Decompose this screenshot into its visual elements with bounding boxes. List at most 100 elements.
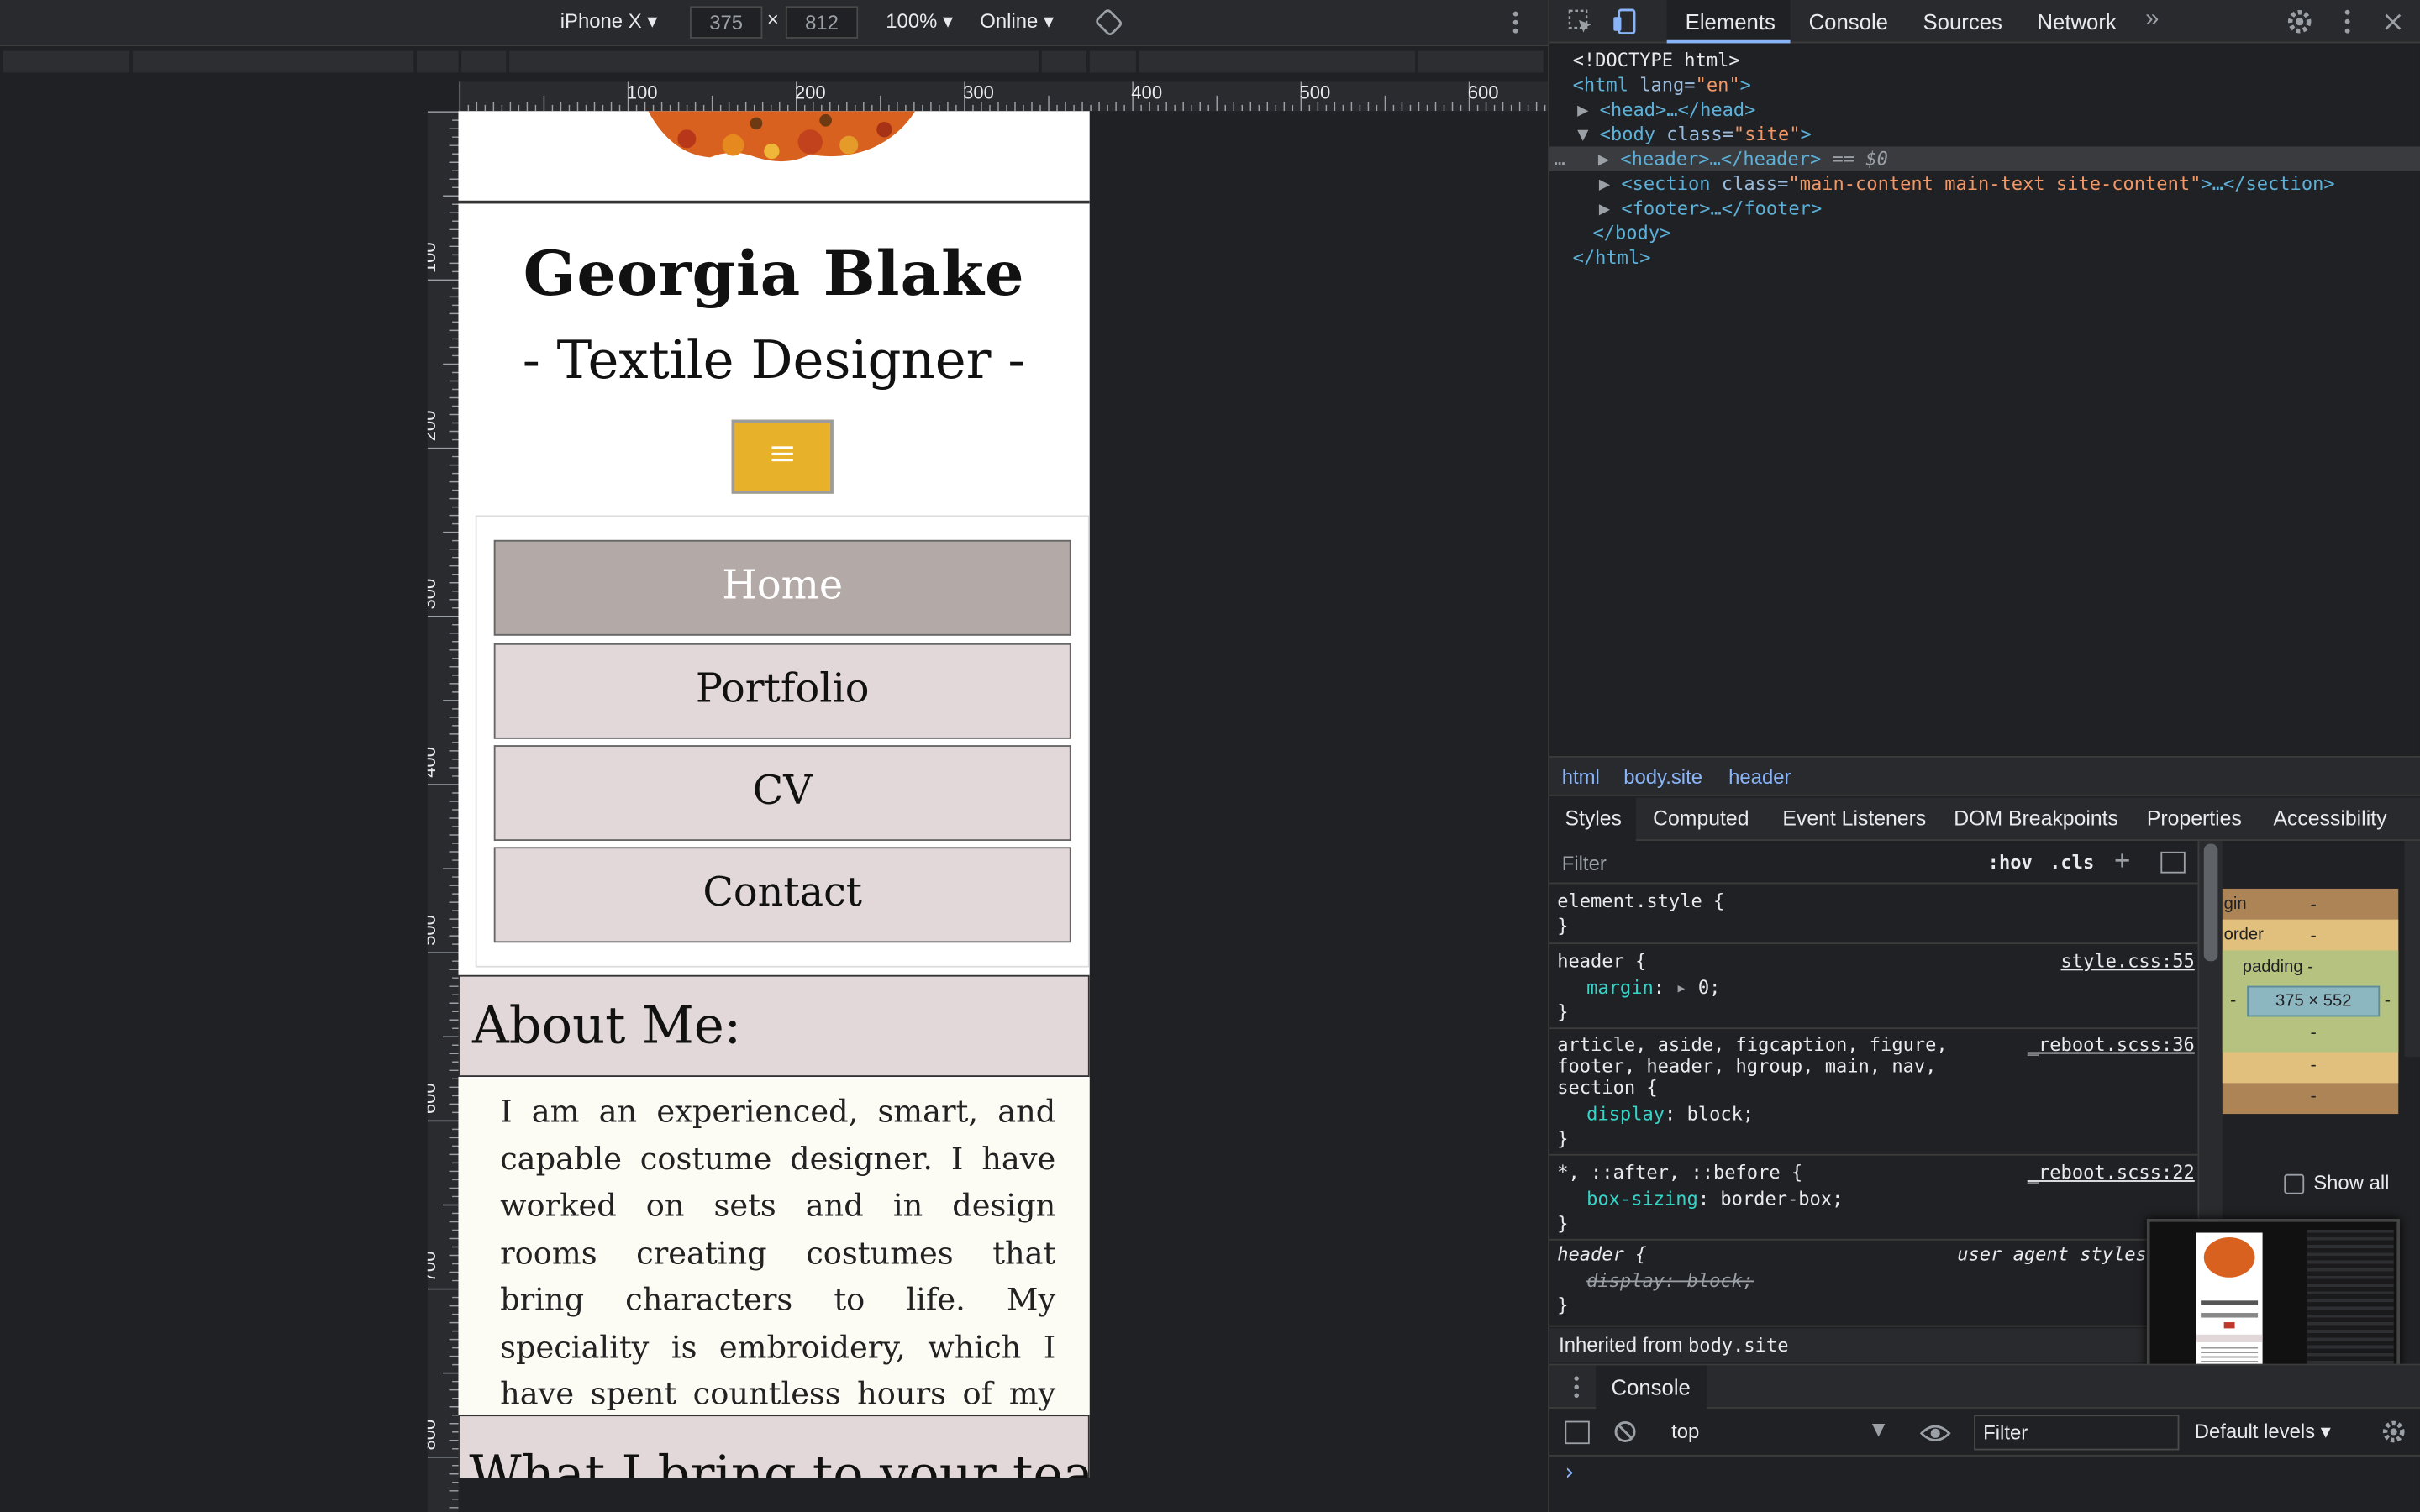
media-query-segment[interactable] xyxy=(1139,50,1418,73)
add-rule-icon[interactable]: + xyxy=(2114,846,2130,877)
tab-properties[interactable]: Properties xyxy=(2147,807,2242,831)
zoom-select[interactable]: 100% ▾ xyxy=(886,9,953,34)
breadcrumb-body[interactable]: body.site xyxy=(1623,765,1702,789)
property-value: 0; xyxy=(1697,976,1721,999)
rule-selector[interactable]: *, ::after, ::before { xyxy=(1557,1160,1802,1184)
close-icon[interactable]: × xyxy=(2381,6,2405,39)
gear-icon[interactable] xyxy=(2381,1420,2406,1444)
rule-selector[interactable]: header { xyxy=(1557,949,1646,974)
devtools-panel: Elements Console Sources Network » × <!D… xyxy=(1548,0,2420,1512)
hov-toggle[interactable]: :hov xyxy=(1988,852,2033,874)
media-query-segment[interactable] xyxy=(416,50,460,73)
more-tabs-icon[interactable]: » xyxy=(2145,6,2159,34)
rule-declaration[interactable]: box-sizing: border-box; xyxy=(1586,1186,1843,1210)
show-all-checkbox[interactable] xyxy=(2284,1173,2305,1194)
media-query-segment[interactable] xyxy=(1418,50,1545,73)
media-query-segment[interactable] xyxy=(3,50,132,73)
gear-icon[interactable] xyxy=(2286,8,2313,35)
rotate-icon[interactable] xyxy=(1096,9,1123,36)
width-input[interactable]: 375 xyxy=(690,6,763,39)
dom-node-menu-icon[interactable]: … xyxy=(1555,148,1565,170)
inspect-element-icon[interactable] xyxy=(1566,8,1594,35)
chevron-down-icon[interactable]: ▼ xyxy=(1872,1420,1886,1440)
drawer-menu-icon[interactable] xyxy=(1573,1374,1581,1399)
dom-html-node[interactable]: <html lang="en"> xyxy=(1573,72,1751,97)
tab-network[interactable]: Network xyxy=(2037,9,2116,34)
team-title: What I bring to your team: xyxy=(469,1444,1089,1478)
zoom-label: 100% xyxy=(886,9,938,33)
nav-item-home[interactable]: Home xyxy=(493,539,1071,636)
console-drawer-tabs: Console xyxy=(1549,1365,2420,1409)
console-filter-input[interactable]: Filter xyxy=(1974,1415,2180,1451)
tab-console-drawer[interactable]: Console xyxy=(1596,1365,1707,1409)
media-query-bar[interactable] xyxy=(0,46,1549,77)
dom-header-node-selected[interactable]: … ▶ <header>…</header> == $0 xyxy=(1549,146,2420,171)
box-model-scrollbar[interactable] xyxy=(2404,841,2420,1058)
media-query-segment[interactable] xyxy=(132,50,416,73)
tab-event-listeners[interactable]: Event Listeners xyxy=(1782,807,1926,831)
class-attr: class= xyxy=(1655,123,1733,145)
breadcrumb-html[interactable]: html xyxy=(1562,765,1600,789)
media-query-segment[interactable] xyxy=(509,50,1040,73)
clear-console-icon[interactable] xyxy=(1612,1420,1637,1444)
rule-source-link[interactable]: style.css:55 xyxy=(2061,949,2195,974)
throttle-select[interactable]: Online ▾ xyxy=(980,9,1054,34)
dom-footer-node[interactable]: ▶ <footer>…</footer> xyxy=(1599,196,1822,220)
tab-accessibility[interactable]: Accessibility xyxy=(2273,807,2386,831)
tab-styles[interactable]: Styles xyxy=(1549,797,1636,842)
rule-declaration[interactable]: margin: ▸ 0; xyxy=(1586,975,1720,1000)
dom-body-close[interactable]: </body> xyxy=(1592,221,1670,245)
menu-toggle-button[interactable]: ≡ xyxy=(731,419,834,494)
rule-selector[interactable]: section { xyxy=(1557,1075,1657,1100)
tab-computed[interactable]: Computed xyxy=(1653,807,1749,831)
context-select[interactable]: top xyxy=(1671,1420,1699,1443)
tab-elements[interactable]: Elements xyxy=(1666,0,1791,44)
tab-dom-breakpoints[interactable]: DOM Breakpoints xyxy=(1954,807,2118,831)
breadcrumb-header[interactable]: header xyxy=(1728,765,1791,789)
log-levels-select[interactable]: Default levels ▾ xyxy=(2195,1420,2331,1444)
nav-item-cv[interactable]: CV xyxy=(493,745,1071,842)
dom-section-node[interactable]: ▶ <section class="main-content main-text… xyxy=(1599,171,2335,196)
overridden-declaration[interactable]: display: block; xyxy=(1586,1268,1754,1293)
media-query-segment[interactable] xyxy=(1041,50,1088,73)
dom-html-close[interactable]: </html> xyxy=(1573,245,1651,270)
dom-doctype[interactable]: <!DOCTYPE html> xyxy=(1573,48,1740,72)
device-mode-icon[interactable] xyxy=(1612,8,1639,35)
media-query-segment[interactable] xyxy=(461,50,508,73)
rule-source-link[interactable]: _reboot.scss:36 xyxy=(2028,1032,2195,1057)
ruler-label: 200 xyxy=(794,81,826,104)
nav-item-portfolio[interactable]: Portfolio xyxy=(493,643,1071,739)
content-box[interactable]: 375 × 552 xyxy=(2247,985,2381,1017)
console-prompt[interactable]: › xyxy=(1565,1458,1574,1486)
media-query-segment[interactable] xyxy=(1089,50,1138,73)
cls-toggle[interactable]: .cls xyxy=(2049,852,2094,874)
property-name: margin xyxy=(1586,976,1654,999)
site-nav: Home Portfolio CV Contact xyxy=(475,515,1090,968)
rule-source-link[interactable]: _reboot.scss:22 xyxy=(2028,1160,2195,1184)
more-options-icon[interactable] xyxy=(2343,8,2352,35)
console-sidebar-icon[interactable] xyxy=(1565,1420,1590,1445)
tab-console[interactable]: Console xyxy=(1809,9,1888,34)
eye-icon[interactable] xyxy=(1919,1421,1951,1443)
tab-sources[interactable]: Sources xyxy=(1923,9,2002,34)
dom-body-node[interactable]: ▼ <body class="site"> xyxy=(1577,122,1812,146)
more-options-icon[interactable] xyxy=(1511,9,1520,35)
rule-selector[interactable]: header { xyxy=(1557,1242,1646,1267)
styles-pane: Filter :hov .cls + element.style { } hea… xyxy=(1549,841,2198,1362)
dom-head-node[interactable]: ▶ <head>…</head> xyxy=(1577,97,1755,122)
toggle-sidebar-icon[interactable] xyxy=(2160,851,2186,874)
rule-header: header { style.css:55 margin: ▸ 0; } xyxy=(1549,946,2198,1030)
screenshot-preview-thumbnail[interactable] xyxy=(2146,1218,2401,1381)
nav-item-contact[interactable]: Contact xyxy=(493,847,1071,943)
margin-value: - xyxy=(2310,895,2317,916)
rule-declaration[interactable]: display: block; xyxy=(1586,1101,1754,1126)
inherited-from-link[interactable]: body.site xyxy=(1688,1335,1788,1357)
thumbnail-title-bar xyxy=(2201,1300,2259,1305)
padding-right-value: - xyxy=(2384,990,2391,1011)
height-input[interactable]: 812 xyxy=(785,6,859,39)
styles-filter-input[interactable]: Filter xyxy=(1562,852,1607,875)
scrollbar-thumb[interactable] xyxy=(2203,843,2218,962)
device-select[interactable]: iPhone X ▾ xyxy=(560,9,658,34)
rule-selector[interactable]: element.style { xyxy=(1557,889,1724,913)
chevron-down-icon: ▾ xyxy=(1043,9,1054,33)
